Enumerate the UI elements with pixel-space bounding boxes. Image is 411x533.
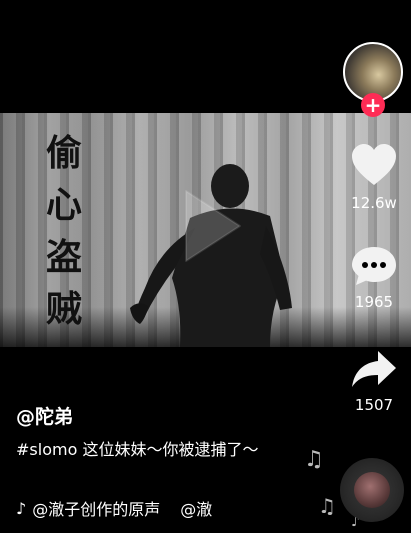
music-note-icon: ♫ (304, 447, 324, 472)
music-note-icon: ♫ (318, 494, 336, 518)
like-count: 12.6w (351, 194, 397, 212)
author-name[interactable]: @陀弟 (16, 402, 73, 429)
comment-icon (352, 247, 396, 285)
music-sound-title[interactable]: @澈子创作的原声 (32, 496, 160, 520)
calligraphy-char: 贼 (45, 288, 82, 330)
share-count: 1507 (354, 396, 394, 414)
calligraphy-char: 偷 (45, 132, 82, 174)
follow-button[interactable]: + (361, 93, 385, 117)
comment-button[interactable]: 1965 (343, 245, 405, 311)
music-cover (354, 472, 390, 508)
play-icon[interactable] (180, 185, 246, 267)
music-disc-icon[interactable] (340, 458, 404, 522)
like-button[interactable]: 12.6w (343, 142, 405, 212)
heart-icon (352, 144, 396, 185)
music-row[interactable]: ♪ @澈子创作的原声 @澈 (16, 496, 212, 520)
comment-count: 1965 (354, 293, 394, 311)
share-button[interactable]: 1507 (343, 348, 405, 414)
calligraphy-char: 心 (45, 184, 82, 226)
share-arrow-icon (352, 351, 396, 387)
calligraphy-text: 偷 心 盗 贼 (38, 127, 90, 335)
tiktok-note-icon: ♪ (16, 498, 27, 518)
music-author[interactable]: @澈 (180, 496, 212, 520)
video-caption[interactable]: #slomo 这位妹妹～你被逮捕了～ (16, 439, 312, 461)
calligraphy-char: 盗 (45, 236, 82, 278)
